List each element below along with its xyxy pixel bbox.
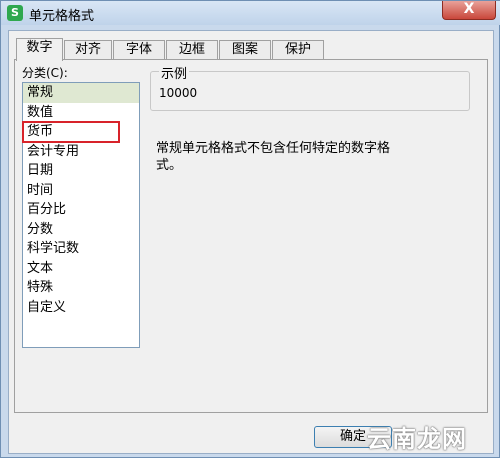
sample-group: 示例 10000 <box>150 63 470 111</box>
dialog-body: 数字 对齐 字体 边框 图案 保护 分类(C): 常规 数值 货币 会计专用 日… <box>8 30 494 454</box>
close-button[interactable]: X <box>442 1 496 20</box>
tab-alignment[interactable]: 对齐 <box>64 40 112 60</box>
dialog-title: 单元格格式 <box>29 9 95 24</box>
sample-legend: 示例 <box>159 63 190 82</box>
category-item-currency[interactable]: 货币 <box>22 121 120 143</box>
title-bar[interactable]: S 单元格格式 X <box>1 1 500 25</box>
category-list[interactable]: 常规 数值 货币 会计专用 日期 时间 百分比 分数 科学记数 文本 特殊 自定… <box>22 82 140 348</box>
sample-value: 10000 <box>159 86 198 100</box>
category-item-time[interactable]: 时间 <box>23 181 139 201</box>
category-item-date[interactable]: 日期 <box>23 161 139 181</box>
tab-patterns[interactable]: 图案 <box>219 40 271 60</box>
category-item-general[interactable]: 常规 <box>23 83 139 103</box>
number-tab-panel: 分类(C): 常规 数值 货币 会计专用 日期 时间 百分比 分数 科学记数 文… <box>14 59 488 413</box>
category-item-percentage[interactable]: 百分比 <box>23 200 139 220</box>
format-description: 常规单元格格式不包含任何特定的数字格式。 <box>156 141 391 173</box>
tab-number[interactable]: 数字 <box>16 38 63 61</box>
category-item-special[interactable]: 特殊 <box>23 278 139 298</box>
tab-font[interactable]: 字体 <box>113 40 165 60</box>
tab-border[interactable]: 边框 <box>166 40 218 60</box>
category-item-text[interactable]: 文本 <box>23 259 139 279</box>
category-item-fraction[interactable]: 分数 <box>23 220 139 240</box>
category-label: 分类(C): <box>22 66 68 80</box>
app-logo-icon: S <box>7 5 23 21</box>
category-item-number[interactable]: 数值 <box>23 103 139 123</box>
format-cells-dialog: S 单元格格式 X 数字 对齐 字体 边框 图案 保护 分类(C): 常规 数值… <box>0 0 500 458</box>
category-item-scientific[interactable]: 科学记数 <box>23 239 139 259</box>
category-item-custom[interactable]: 自定义 <box>23 298 139 318</box>
category-item-accounting[interactable]: 会计专用 <box>23 142 139 162</box>
watermark-logo: 云南龙网 <box>367 425 467 453</box>
tab-protection[interactable]: 保护 <box>272 40 324 60</box>
